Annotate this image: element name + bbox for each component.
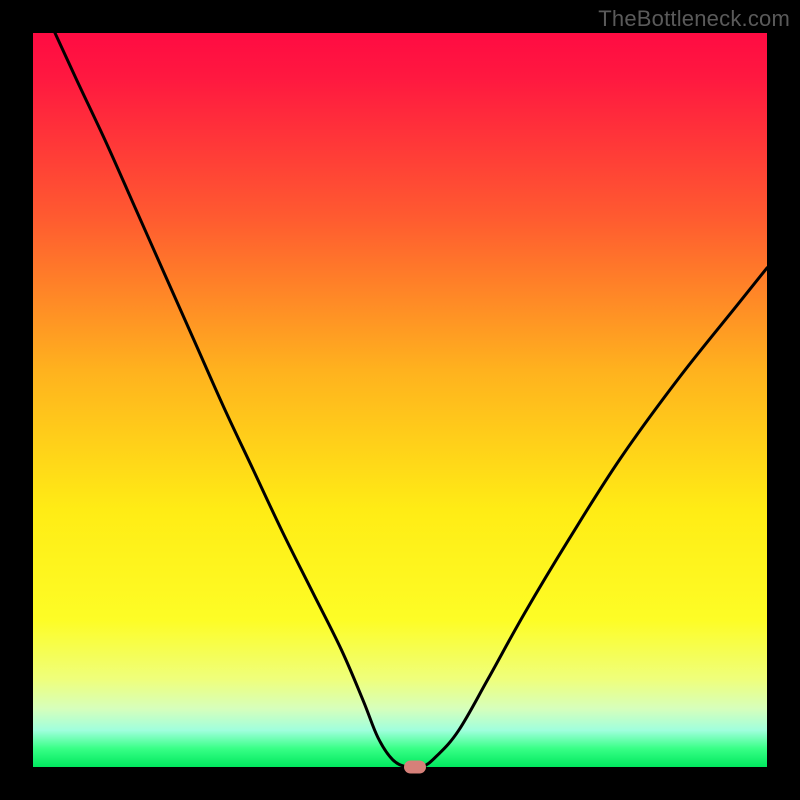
chart-frame: TheBottleneck.com xyxy=(0,0,800,800)
curve-svg xyxy=(33,33,767,767)
watermark-text: TheBottleneck.com xyxy=(598,6,790,32)
bottleneck-curve xyxy=(55,33,767,768)
optimum-marker xyxy=(404,761,426,774)
plot-area xyxy=(33,33,767,767)
